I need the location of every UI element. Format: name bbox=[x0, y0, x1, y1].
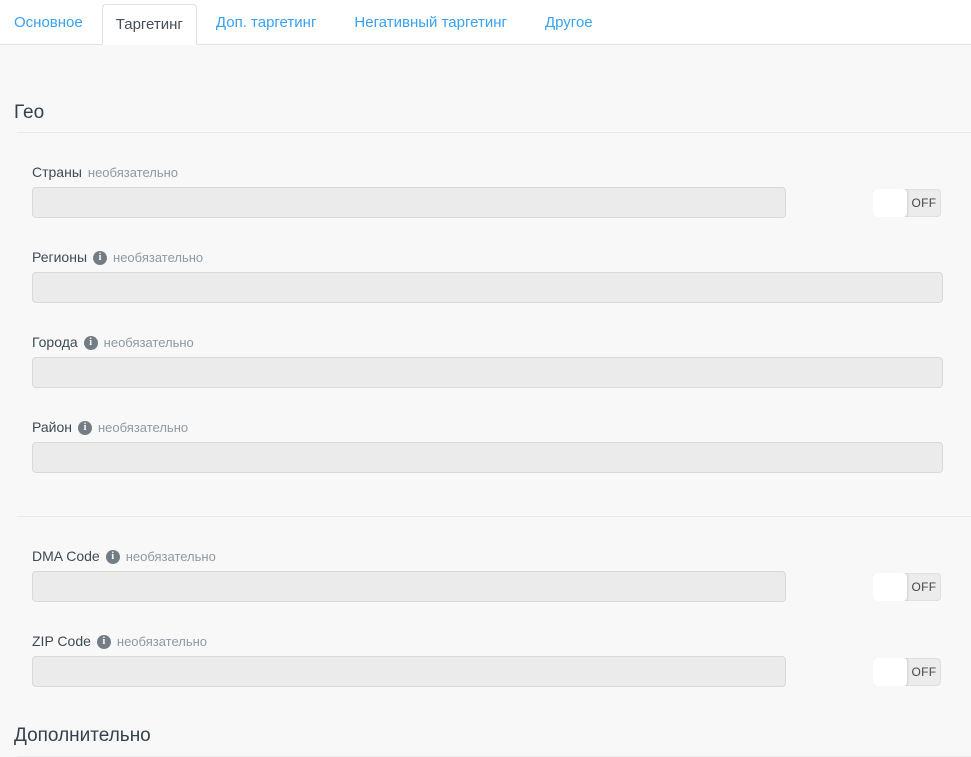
field-row-countries: Страны необязательно OFF bbox=[32, 165, 943, 218]
tab-bar: Основное Таргетинг Доп. таргетинг Негати… bbox=[0, 0, 971, 45]
info-icon[interactable]: i bbox=[97, 635, 111, 649]
optional-badge: необязательно bbox=[104, 335, 194, 350]
countries-input[interactable] bbox=[32, 187, 786, 218]
field-row-regions: Регионы i необязательно bbox=[32, 250, 943, 303]
cities-input[interactable] bbox=[32, 357, 943, 388]
section-title-geo: Гео bbox=[14, 103, 971, 123]
toggle-handle bbox=[873, 573, 907, 601]
tab-negative-targeting[interactable]: Негативный таргетинг bbox=[335, 0, 526, 44]
optional-badge: необязательно bbox=[126, 549, 216, 564]
toggle-off-label: OFF bbox=[907, 573, 941, 601]
tab-other[interactable]: Другое bbox=[526, 0, 612, 44]
zip-code-input[interactable] bbox=[32, 656, 786, 687]
divider bbox=[17, 132, 971, 133]
info-icon[interactable]: i bbox=[106, 550, 120, 564]
field-label-line: Страны необязательно bbox=[32, 165, 943, 180]
field-label: Страны bbox=[32, 165, 82, 180]
dma-code-toggle[interactable]: OFF bbox=[873, 573, 941, 601]
geo-fields-group-1: Страны необязательно OFF Регионы i необя… bbox=[32, 165, 943, 473]
tab-main[interactable]: Основное bbox=[0, 0, 102, 44]
field-row-dma-code: DMA Code i необязательно OFF bbox=[32, 549, 943, 602]
district-input[interactable] bbox=[32, 442, 943, 473]
field-label-line: DMA Code i необязательно bbox=[32, 549, 943, 564]
field-label-line: ZIP Code i необязательно bbox=[32, 634, 943, 649]
tab-content: Гео Страны необязательно OFF Регионы bbox=[0, 103, 971, 757]
section-title-additional: Дополнительно bbox=[14, 726, 971, 746]
optional-badge: необязательно bbox=[88, 165, 178, 180]
toggle-handle bbox=[873, 189, 907, 217]
tab-targeting[interactable]: Таргетинг bbox=[102, 4, 197, 45]
field-row-cities: Города i необязательно bbox=[32, 335, 943, 388]
field-label: Города bbox=[32, 335, 78, 350]
field-label: Район bbox=[32, 420, 72, 435]
toggle-off-label: OFF bbox=[907, 189, 941, 217]
field-label: DMA Code bbox=[32, 549, 100, 564]
tab-additional-targeting[interactable]: Доп. таргетинг bbox=[197, 0, 336, 44]
dma-code-input[interactable] bbox=[32, 571, 786, 602]
field-label: ZIP Code bbox=[32, 634, 91, 649]
field-row-district: Район i необязательно bbox=[32, 420, 943, 473]
targeting-settings-page: Основное Таргетинг Доп. таргетинг Негати… bbox=[0, 0, 971, 757]
geo-fields-group-2: DMA Code i необязательно OFF ZIP Code i … bbox=[32, 549, 943, 687]
field-row-zip-code: ZIP Code i необязательно OFF bbox=[32, 634, 943, 687]
countries-toggle[interactable]: OFF bbox=[873, 189, 941, 217]
field-label-line: Города i необязательно bbox=[32, 335, 943, 350]
info-icon[interactable]: i bbox=[78, 421, 92, 435]
field-label-line: Регионы i необязательно bbox=[32, 250, 943, 265]
toggle-off-label: OFF bbox=[907, 658, 941, 686]
zip-code-toggle[interactable]: OFF bbox=[873, 658, 941, 686]
info-icon[interactable]: i bbox=[93, 251, 107, 265]
optional-badge: необязательно bbox=[98, 420, 188, 435]
optional-badge: необязательно bbox=[117, 634, 207, 649]
toggle-handle bbox=[873, 658, 907, 686]
optional-badge: необязательно bbox=[113, 250, 203, 265]
field-label-line: Район i необязательно bbox=[32, 420, 943, 435]
divider bbox=[17, 516, 971, 517]
info-icon[interactable]: i bbox=[84, 336, 98, 350]
regions-input[interactable] bbox=[32, 272, 943, 303]
field-label: Регионы bbox=[32, 250, 87, 265]
